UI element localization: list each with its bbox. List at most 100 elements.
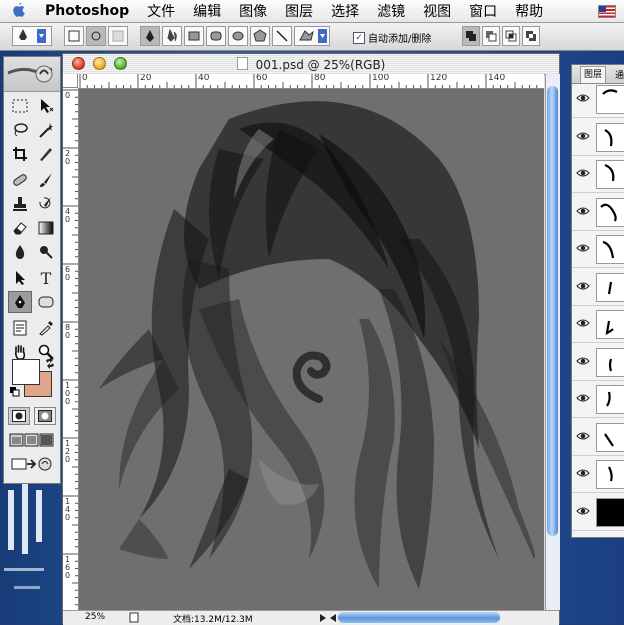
path-selection-tool[interactable]: [8, 267, 32, 289]
swap-colors-icon[interactable]: [44, 357, 56, 369]
menu-image[interactable]: 图像: [230, 1, 276, 21]
tool-preset-picker[interactable]: [12, 26, 52, 46]
toolbox-header[interactable]: [4, 57, 60, 92]
foreground-color-swatch[interactable]: [12, 359, 40, 385]
menu-edit[interactable]: 编辑: [184, 1, 230, 21]
vertical-ruler[interactable]: 0 2 0 4 0 6 0 8 0 1 0 0 1 2 0 1 4 0 1 6 …: [63, 88, 79, 610]
us-flag-icon[interactable]: [598, 4, 616, 18]
rectangle-shape-option[interactable]: [184, 26, 204, 46]
blur-tool[interactable]: [8, 241, 32, 263]
status-menu-arrow-icon[interactable]: [319, 613, 327, 623]
exclude-area-button[interactable]: [522, 26, 540, 46]
marquee-tool[interactable]: [8, 95, 32, 117]
layer-visibility-eye-icon[interactable]: [576, 243, 590, 253]
slice-tool[interactable]: [34, 143, 58, 165]
layer-row[interactable]: [572, 196, 624, 231]
document-size: 文档:13.2M/12.3M: [173, 615, 253, 625]
zoom-level[interactable]: 25%: [85, 612, 105, 622]
menu-window[interactable]: 窗口: [460, 1, 506, 21]
layer-row[interactable]: [572, 383, 624, 418]
layer-visibility-eye-icon[interactable]: [576, 356, 590, 366]
line-shape-option[interactable]: [272, 26, 292, 46]
image-canvas[interactable]: [79, 89, 544, 610]
eraser-tool[interactable]: [8, 217, 32, 239]
subtract-area-button[interactable]: [482, 26, 500, 46]
lasso-tool[interactable]: [8, 119, 32, 141]
notes-tool[interactable]: [8, 317, 32, 339]
horizontal-scroll-thumb[interactable]: [338, 612, 500, 623]
standard-mode-button[interactable]: [8, 407, 30, 425]
layer-row[interactable]: [572, 158, 624, 193]
document-window: 001.psd @ 25%(RGB) 0 20 40 60 80 100 120…: [62, 53, 560, 625]
menu-app-name[interactable]: Photoshop: [36, 3, 138, 19]
apple-menu-icon[interactable]: [0, 2, 36, 21]
clone-stamp-tool[interactable]: [8, 193, 32, 215]
tab-layers[interactable]: 图层: [580, 66, 607, 83]
horizontal-ruler[interactable]: 0 20 40 60 80 100 120 140: [78, 74, 544, 89]
layer-visibility-eye-icon[interactable]: [576, 393, 590, 403]
layer-visibility-eye-icon[interactable]: [576, 468, 590, 478]
vertical-scroll-thumb[interactable]: [547, 86, 558, 536]
move-tool[interactable]: [34, 95, 58, 117]
type-tool[interactable]: T: [34, 267, 58, 289]
layer-visibility-eye-icon[interactable]: [576, 168, 590, 178]
vertical-scrollbar[interactable]: [545, 74, 560, 610]
history-brush-tool[interactable]: [34, 193, 58, 215]
magic-wand-tool[interactable]: [34, 119, 58, 141]
layer-visibility-eye-icon[interactable]: [576, 506, 590, 516]
ruler-origin[interactable]: [63, 74, 78, 88]
tab-channels[interactable]: 通: [612, 68, 624, 81]
pen-tool[interactable]: [8, 291, 32, 313]
healing-brush-tool[interactable]: [8, 169, 32, 191]
add-to-area-button[interactable]: [462, 26, 480, 46]
crop-tool[interactable]: [8, 143, 32, 165]
fill-pixels-button[interactable]: [108, 26, 128, 46]
document-page-icon[interactable]: [129, 612, 139, 623]
desktop-wallpaper-pattern: [0, 470, 62, 624]
default-colors-icon[interactable]: [10, 387, 20, 397]
dodge-tool[interactable]: [34, 241, 58, 263]
freeform-pen-option[interactable]: [162, 26, 182, 46]
auto-add-delete-checkbox[interactable]: ✓ 自动添加/删除: [353, 30, 431, 45]
layer-row[interactable]: [572, 271, 624, 306]
layer-row[interactable]: [572, 83, 624, 118]
pen-tool-option[interactable]: [140, 26, 160, 46]
layer-row[interactable]: [572, 233, 624, 268]
intersect-area-button[interactable]: [502, 26, 520, 46]
layer-visibility-eye-icon[interactable]: [576, 93, 590, 103]
layer-visibility-eye-icon[interactable]: [576, 131, 590, 141]
rounded-rectangle-option[interactable]: [206, 26, 226, 46]
layer-row[interactable]: [572, 121, 624, 156]
menu-select[interactable]: 选择: [322, 1, 368, 21]
layer-row[interactable]: [572, 458, 624, 493]
shape-tool[interactable]: [34, 291, 58, 313]
menu-layer[interactable]: 图层: [276, 1, 322, 21]
layer-visibility-eye-icon[interactable]: [576, 206, 590, 216]
menu-view[interactable]: 视图: [414, 1, 460, 21]
eyedropper-tool[interactable]: [34, 317, 58, 339]
layers-panel-tabs: 图层 通: [572, 65, 624, 84]
brush-tool[interactable]: [34, 169, 58, 191]
layer-visibility-eye-icon[interactable]: [576, 431, 590, 441]
gradient-tool[interactable]: [34, 217, 58, 239]
layer-row[interactable]: [572, 421, 624, 456]
layer-row[interactable]: [572, 346, 624, 381]
shape-layers-button[interactable]: [64, 26, 84, 46]
jump-to-imageready-button[interactable]: [8, 453, 56, 475]
document-title-bar[interactable]: 001.psd @ 25%(RGB): [63, 54, 559, 75]
quick-mask-button[interactable]: [34, 407, 56, 425]
layer-visibility-eye-icon[interactable]: [576, 281, 590, 291]
ellipse-shape-option[interactable]: [228, 26, 248, 46]
polygon-shape-option[interactable]: [250, 26, 270, 46]
layer-visibility-eye-icon[interactable]: [576, 318, 590, 328]
pen-preset-icon: [19, 29, 46, 43]
custom-shape-option[interactable]: [294, 26, 330, 46]
layer-row[interactable]: [572, 308, 624, 343]
menu-file[interactable]: 文件: [138, 1, 184, 21]
layer-row[interactable]: [572, 496, 624, 531]
scroll-left-arrow-icon[interactable]: [329, 613, 337, 623]
menu-filter[interactable]: 滤镜: [368, 1, 414, 21]
menu-help[interactable]: 帮助: [506, 1, 552, 21]
paths-button[interactable]: [86, 26, 106, 46]
screen-mode-buttons[interactable]: [8, 431, 56, 449]
